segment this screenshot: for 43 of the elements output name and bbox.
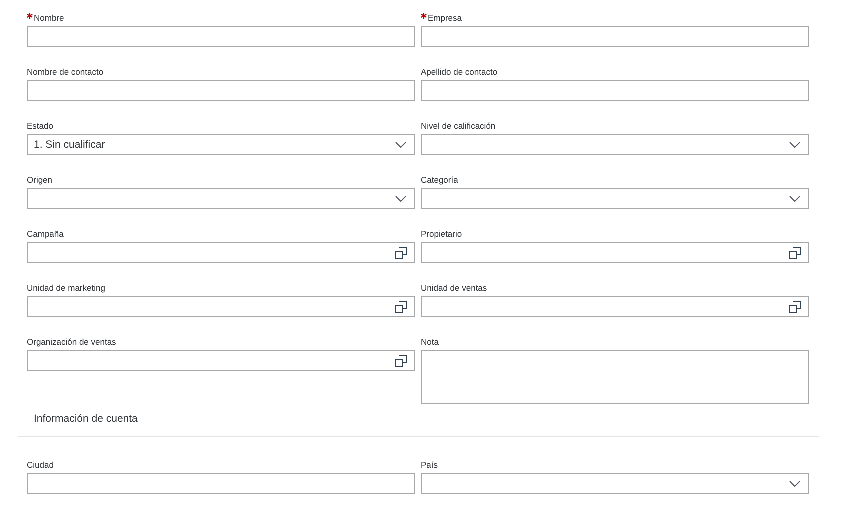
field-label: Nota xyxy=(421,336,439,348)
input-field[interactable] xyxy=(27,473,415,494)
lookup-field[interactable] xyxy=(27,296,415,317)
field-label: Nombre de contacto xyxy=(27,66,104,78)
field-label: Nivel de calificación xyxy=(421,120,496,132)
value-help-icon[interactable] xyxy=(789,246,801,258)
lookup-field[interactable] xyxy=(27,242,415,263)
chevron-down-icon[interactable] xyxy=(789,480,801,488)
text-area[interactable] xyxy=(421,350,809,404)
input-field[interactable] xyxy=(27,80,415,101)
dropdown-field[interactable]: 1. Sin cualificar xyxy=(27,134,415,155)
field-label: Nombre xyxy=(34,12,64,24)
field-label: Empresa xyxy=(428,12,462,24)
input-field[interactable] xyxy=(421,26,809,47)
chevron-down-icon[interactable] xyxy=(789,194,801,202)
field-label: Ciudad xyxy=(27,459,54,471)
field-label: Origen xyxy=(27,174,53,186)
chevron-down-icon[interactable] xyxy=(395,194,407,202)
dropdown-field[interactable] xyxy=(421,473,809,494)
value-help-icon[interactable] xyxy=(395,354,407,366)
input-field[interactable] xyxy=(421,80,809,101)
dropdown-field[interactable] xyxy=(27,188,415,209)
field-label: País xyxy=(421,459,438,471)
field-label: Unidad de marketing xyxy=(27,282,106,294)
chevron-down-icon[interactable] xyxy=(789,140,801,148)
value-help-icon[interactable] xyxy=(395,300,407,312)
lookup-field[interactable] xyxy=(421,296,809,317)
field-label: Propietario xyxy=(421,228,462,240)
dropdown-field[interactable] xyxy=(421,188,809,209)
field-label: Categoría xyxy=(421,174,458,186)
section-heading: Información de cuenta xyxy=(34,413,139,426)
lookup-field[interactable] xyxy=(27,350,415,371)
dropdown-field[interactable] xyxy=(421,134,809,155)
input-field[interactable] xyxy=(27,26,415,47)
field-label: Apellido de contacto xyxy=(421,66,498,78)
chevron-down-icon[interactable] xyxy=(395,140,407,148)
value-help-icon[interactable] xyxy=(789,300,801,312)
value-help-icon[interactable] xyxy=(395,246,407,258)
field-label: Unidad de ventas xyxy=(421,282,488,294)
field-label: Campaña xyxy=(27,228,64,240)
field-label: Organización de ventas xyxy=(27,336,116,348)
field-label: Estado xyxy=(27,120,54,132)
lookup-field[interactable] xyxy=(421,242,809,263)
